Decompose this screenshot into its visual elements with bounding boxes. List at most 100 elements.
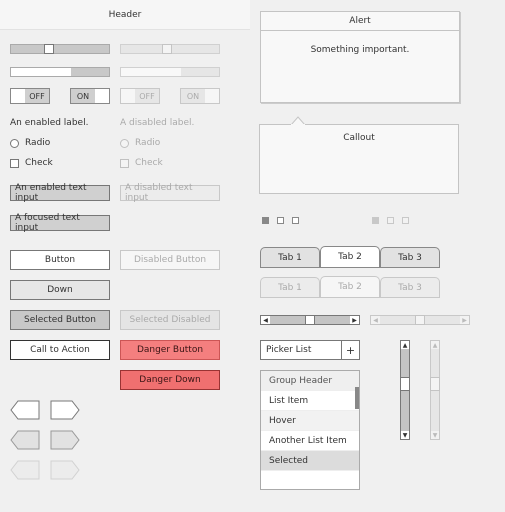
list-view: Group Header List Item Hover Another Lis… bbox=[260, 370, 360, 490]
back-button-selected[interactable] bbox=[10, 430, 40, 450]
triangle-up-icon: ▲ bbox=[431, 341, 439, 349]
tab-3-disabled: Tab 3 bbox=[380, 277, 440, 297]
selected-disabled-button: Selected Disabled bbox=[120, 310, 220, 330]
arrow-left-shape-icon bbox=[10, 430, 40, 450]
list-item[interactable]: List Item bbox=[261, 391, 359, 411]
danger-button[interactable]: Danger Button bbox=[120, 340, 220, 360]
toggle-enabled-on[interactable]: ON bbox=[70, 88, 110, 104]
tab-1[interactable]: Tab 1 bbox=[260, 247, 320, 267]
back-button-enabled[interactable] bbox=[10, 400, 40, 420]
forward-button-disabled bbox=[50, 460, 80, 480]
horizontal-scrollbar-enabled[interactable]: ◀ ▶ bbox=[260, 315, 360, 325]
arrow-right-shape-icon bbox=[50, 400, 80, 420]
disabled-label: A disabled label. bbox=[120, 118, 195, 128]
radio-circle bbox=[120, 138, 129, 148]
slider-disabled bbox=[120, 44, 220, 54]
list-item-selected[interactable]: Selected bbox=[261, 451, 359, 471]
picker-list[interactable]: Picker List + bbox=[260, 340, 360, 360]
tab-2[interactable]: Tab 2 bbox=[320, 246, 380, 267]
toggle-label: OFF bbox=[135, 89, 159, 103]
triangle-right-icon: ▶ bbox=[460, 316, 469, 324]
triangle-up-icon[interactable]: ▲ bbox=[401, 341, 409, 349]
slider-thumb-disabled bbox=[162, 44, 172, 54]
triangle-left-icon[interactable]: ◀ bbox=[261, 316, 270, 324]
header-bar: Header bbox=[0, 0, 250, 30]
toggle-label: ON bbox=[71, 89, 95, 103]
text-input-focused[interactable]: A focused text input bbox=[10, 213, 110, 233]
page-dot[interactable] bbox=[292, 217, 299, 224]
tab-3[interactable]: Tab 3 bbox=[380, 247, 440, 267]
radio-circle[interactable] bbox=[10, 138, 19, 148]
radio-enabled[interactable]: Radio bbox=[10, 138, 50, 148]
list-group-header: Group Header bbox=[261, 371, 359, 391]
scrollbar-thumb[interactable] bbox=[305, 315, 315, 325]
button[interactable]: Button bbox=[10, 250, 110, 270]
text-input-disabled: A disabled text input bbox=[120, 183, 220, 203]
forward-button-enabled[interactable] bbox=[50, 400, 80, 420]
plus-icon[interactable]: + bbox=[341, 341, 359, 359]
triangle-down-icon[interactable]: ▼ bbox=[401, 431, 409, 439]
back-button-disabled bbox=[10, 460, 40, 480]
slider-fill-disabled bbox=[121, 68, 181, 76]
triangle-right-icon[interactable]: ▶ bbox=[350, 316, 359, 324]
arrow-right-shape-icon bbox=[50, 430, 80, 450]
list-item-hover[interactable]: Hover bbox=[261, 411, 359, 431]
callout-title: Callout bbox=[343, 133, 375, 143]
enabled-label: An enabled label. bbox=[10, 118, 89, 128]
scrollbar-thumb[interactable] bbox=[400, 377, 410, 391]
tab-bar-line bbox=[260, 297, 440, 298]
tab-2-disabled: Tab 2 bbox=[320, 276, 380, 297]
page-dot bbox=[402, 217, 409, 224]
tab-bar-disabled: Tab 1 Tab 2 Tab 3 bbox=[260, 276, 440, 298]
tab-bar-enabled: Tab 1 Tab 2 Tab 3 bbox=[260, 246, 440, 268]
arrow-left-shape-icon bbox=[10, 460, 40, 480]
checkbox[interactable] bbox=[10, 158, 19, 168]
slider-enabled[interactable] bbox=[10, 44, 110, 54]
disabled-button: Disabled Button bbox=[120, 250, 220, 270]
slider-thumb[interactable] bbox=[44, 44, 54, 54]
arrow-right-shape-icon bbox=[50, 460, 80, 480]
radio-disabled: Radio bbox=[120, 138, 160, 148]
triangle-left-icon: ◀ bbox=[371, 316, 380, 324]
check-disabled: Check bbox=[120, 158, 163, 168]
toggle-enabled-off[interactable]: OFF bbox=[10, 88, 50, 104]
progress-slider-enabled[interactable] bbox=[10, 67, 110, 77]
tab-bar-line bbox=[260, 267, 440, 268]
toggle-knob bbox=[11, 89, 25, 103]
toggle-label: OFF bbox=[25, 89, 49, 103]
toggle-knob bbox=[205, 89, 219, 103]
danger-down-button[interactable]: Danger Down bbox=[120, 370, 220, 390]
alert-message: Something important. bbox=[310, 45, 410, 55]
toggle-knob bbox=[121, 89, 135, 103]
down-button[interactable]: Down bbox=[10, 280, 110, 300]
callout-pointer bbox=[289, 115, 307, 128]
horizontal-scrollbar-disabled: ◀ ▶ bbox=[370, 315, 470, 325]
toggle-knob bbox=[95, 89, 109, 103]
vertical-scrollbar-enabled[interactable]: ▲ ▼ bbox=[400, 340, 410, 440]
tab-1-disabled: Tab 1 bbox=[260, 277, 320, 297]
list-scroll-indicator[interactable] bbox=[355, 387, 359, 409]
text-input-enabled[interactable]: An enabled text input bbox=[10, 183, 110, 203]
slider-fill bbox=[11, 68, 71, 76]
forward-button-selected[interactable] bbox=[50, 430, 80, 450]
toggle-disabled-on: ON bbox=[180, 88, 220, 104]
call-to-action-button[interactable]: Call to Action bbox=[10, 340, 110, 360]
check-label: Check bbox=[135, 158, 163, 168]
alert-dialog: Alert Something important. bbox=[260, 11, 460, 103]
arrow-left-shape-icon bbox=[10, 400, 40, 420]
radio-label: Radio bbox=[135, 138, 161, 148]
progress-slider-disabled bbox=[120, 67, 220, 77]
list-item[interactable]: Another List Item bbox=[261, 431, 359, 451]
page-indicator-enabled[interactable] bbox=[262, 217, 299, 224]
checkbox bbox=[120, 158, 129, 168]
callout: Callout bbox=[259, 124, 459, 194]
page-indicator-disabled bbox=[372, 217, 409, 224]
picker-value[interactable]: Picker List bbox=[261, 341, 341, 359]
page-dot[interactable] bbox=[262, 217, 269, 224]
check-enabled[interactable]: Check bbox=[10, 158, 53, 168]
selected-button[interactable]: Selected Button bbox=[10, 310, 110, 330]
vertical-scrollbar-disabled: ▲ ▼ bbox=[430, 340, 440, 440]
page-dot bbox=[372, 217, 379, 224]
scrollbar-thumb-disabled bbox=[430, 377, 440, 391]
page-dot[interactable] bbox=[277, 217, 284, 224]
